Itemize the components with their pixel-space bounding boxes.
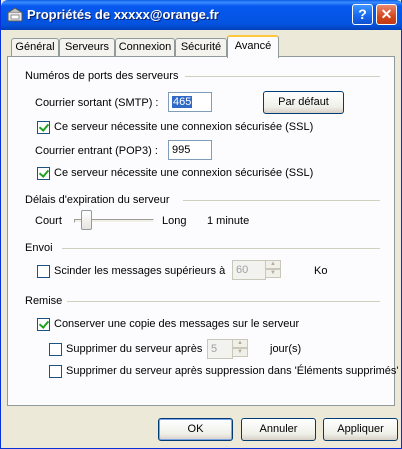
remove-after-days-value: 5	[211, 343, 218, 355]
delivery-group-heading: Remise	[25, 295, 63, 307]
remove-after-days-input[interactable]: 5	[207, 339, 233, 359]
split-size-unit: Ko	[314, 265, 328, 277]
close-button[interactable]: ✕	[376, 4, 397, 25]
smtp-ssl-checkbox[interactable]	[37, 121, 50, 134]
timeout-short-label: Court	[35, 215, 62, 227]
timeout-long-label: Long	[162, 215, 187, 227]
split-messages-label: Scinder les messages supérieurs à	[54, 265, 226, 277]
timeout-slider-thumb[interactable]	[80, 210, 92, 230]
smtp-ssl-label: Ce serveur nécessite une connexion sécur…	[54, 121, 314, 133]
ports-group-heading: Numéros de ports des serveurs	[25, 70, 179, 82]
spin-up-icon[interactable]: ▲	[232, 339, 248, 348]
spin-up-icon[interactable]: ▲	[265, 260, 281, 269]
pop3-ssl-checkbox[interactable]	[37, 167, 50, 180]
pop3-port-value: 995	[172, 144, 191, 156]
tab-security[interactable]: Sécurité	[175, 38, 227, 56]
title-bar[interactable]: Propriétés de xxxxx@orange.fr ? ✕	[1, 0, 402, 30]
timeout-group-divider	[183, 200, 380, 201]
keep-copy-label: Conserver une copie des messages sur le …	[54, 318, 300, 330]
send-group-divider	[62, 248, 380, 249]
timeout-group-heading: Délais d'expiration du serveur	[25, 194, 170, 206]
window-title: Propriétés de xxxxx@orange.fr	[27, 7, 219, 22]
remove-after-days-unit: jour(s)	[270, 343, 302, 355]
smtp-port-input[interactable]: 465	[168, 92, 212, 112]
ok-button[interactable]: OK	[158, 418, 233, 441]
pop3-port-input[interactable]: 995	[168, 140, 212, 160]
split-size-value: 60	[236, 264, 249, 276]
ports-group-divider	[185, 76, 380, 77]
remove-deleted-label: Supprimer du serveur après suppression d…	[66, 365, 399, 377]
send-group-heading: Envoi	[25, 242, 53, 254]
tab-connection[interactable]: Connexion	[115, 38, 175, 56]
split-messages-checkbox[interactable]	[37, 265, 50, 278]
advanced-tab-panel: Numéros de ports des serveurs Courrier s…	[7, 56, 399, 406]
properties-dialog: Propriétés de xxxxx@orange.fr ? ✕ Généra…	[0, 0, 402, 449]
cancel-button[interactable]: Annuler	[241, 418, 316, 441]
remove-after-checkbox[interactable]	[49, 343, 62, 356]
default-ports-button[interactable]: Par défaut	[263, 91, 344, 114]
tab-general[interactable]: Général	[11, 38, 59, 56]
tab-advanced[interactable]: Avancé	[227, 35, 279, 58]
pop3-port-label: Courrier entrant (POP3) :	[35, 145, 158, 157]
remove-after-label: Supprimer du serveur après	[66, 343, 203, 355]
split-size-spinner[interactable]: ▲ ▼	[265, 260, 281, 278]
spin-down-icon[interactable]: ▼	[232, 348, 248, 357]
tab-servers[interactable]: Serveurs	[59, 38, 115, 56]
remove-after-days-spinner[interactable]: ▲ ▼	[232, 339, 248, 357]
delivery-group-divider	[67, 301, 380, 302]
remove-deleted-checkbox[interactable]	[49, 365, 62, 378]
apply-button[interactable]: Appliquer	[323, 418, 398, 441]
split-size-input[interactable]: 60	[232, 260, 266, 280]
smtp-port-value: 465	[172, 96, 193, 108]
help-button[interactable]: ?	[352, 4, 373, 25]
mail-account-icon	[7, 7, 23, 22]
keep-copy-checkbox[interactable]	[37, 318, 50, 331]
pop3-ssl-label: Ce serveur nécessite une connexion sécur…	[54, 167, 314, 179]
spin-down-icon[interactable]: ▼	[265, 269, 281, 278]
smtp-port-label: Courrier sortant (SMTP) :	[35, 97, 159, 109]
timeout-value: 1 minute	[207, 215, 250, 227]
